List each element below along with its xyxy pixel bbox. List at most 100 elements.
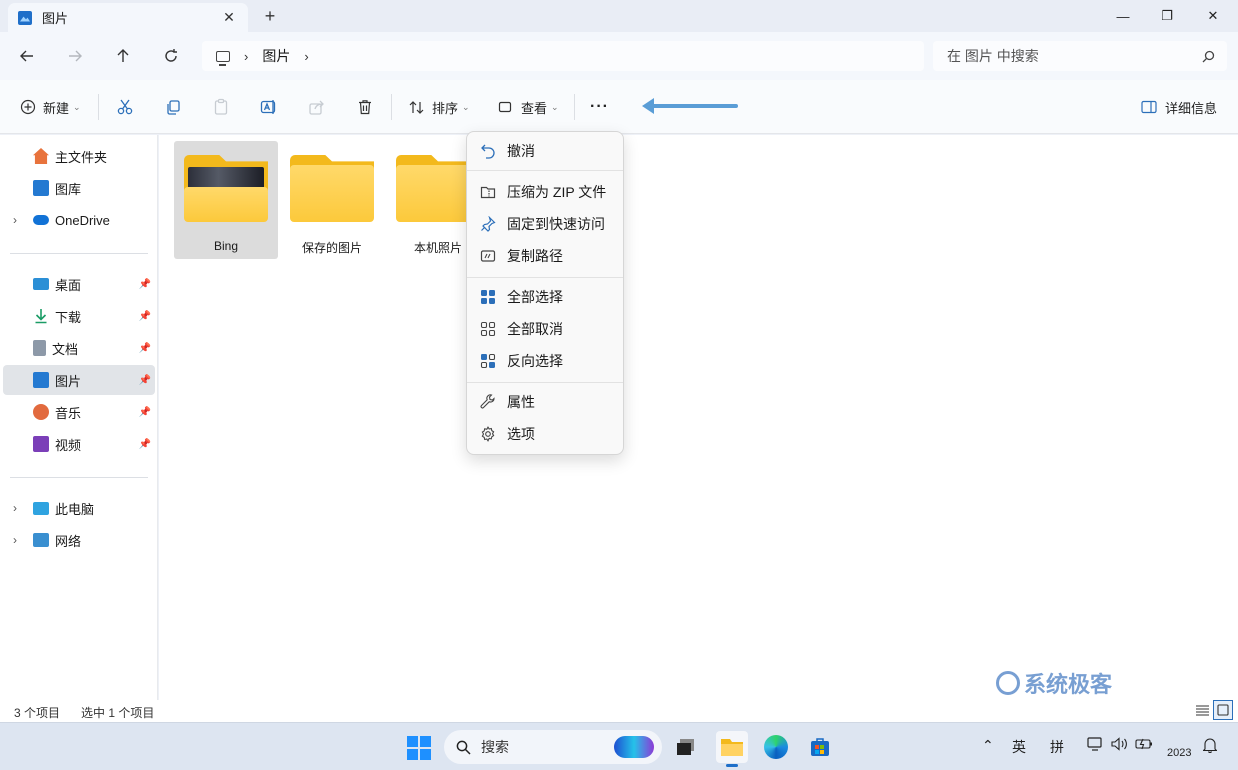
sidebar-item-pictures[interactable]: 图片 📌 [3, 365, 155, 395]
task-view-icon[interactable] [670, 731, 702, 763]
clock[interactable]: 2023 [1167, 747, 1191, 759]
pin-icon[interactable]: 📌 [139, 439, 151, 450]
refresh-icon[interactable] [158, 44, 184, 68]
rename-button[interactable] [260, 94, 278, 120]
new-button[interactable]: 新建 ⌄ [20, 94, 81, 120]
breadcrumb-pictures[interactable]: 图片 [262, 46, 290, 66]
ime-language[interactable]: 英 [1012, 737, 1026, 757]
ime-mode[interactable]: 拼 [1050, 737, 1064, 757]
new-tab-button[interactable]: + [260, 6, 280, 26]
cut-button[interactable] [116, 94, 134, 120]
details-view-icon[interactable] [1192, 700, 1212, 720]
breadcrumb-chevron-icon[interactable]: › [304, 49, 308, 64]
trash-icon [359, 100, 371, 115]
menu-item-undo[interactable]: 撤消 [471, 136, 621, 166]
sort-button[interactable]: 排序 ⌄ [408, 94, 470, 120]
chevron-right-icon[interactable]: › [3, 501, 27, 515]
network-icon[interactable] [1087, 737, 1103, 754]
menu-item-copy-path[interactable]: 复制路径 [471, 241, 621, 271]
search-icon [456, 740, 471, 755]
menu-item-properties[interactable]: 属性 [471, 387, 621, 417]
sidebar-item-network[interactable]: › 网络 [3, 525, 155, 555]
item-count: 3 个项目 [14, 706, 61, 720]
back-icon[interactable] [14, 44, 40, 68]
close-button[interactable]: ✕ [1190, 0, 1236, 32]
large-icons-view-icon[interactable] [1213, 700, 1233, 720]
maximize-button[interactable]: ❐ [1144, 0, 1190, 32]
sidebar-item-home[interactable]: 主文件夹 [3, 141, 155, 171]
paste-button[interactable] [212, 94, 230, 120]
forward-icon[interactable] [62, 44, 88, 68]
computer-icon[interactable] [216, 50, 230, 66]
details-label: 详细信息 [1165, 100, 1218, 116]
pin-icon[interactable]: 📌 [139, 343, 151, 354]
gallery-icon [33, 180, 49, 196]
menu-item-compress-zip[interactable]: 压缩为 ZIP 文件 [471, 177, 621, 207]
sidebar-item-label: 下载 [55, 309, 82, 325]
battery-icon[interactable] [1135, 737, 1153, 754]
divider [574, 94, 575, 120]
menu-item-pin-quick-access[interactable]: 固定到快速访问 [471, 209, 621, 239]
chevron-right-icon[interactable]: › [3, 213, 27, 227]
taskbar: 搜索 ⌃ 英 拼 2023 [0, 722, 1238, 770]
wrench-icon [479, 393, 497, 411]
sidebar-item-gallery[interactable]: 图库 [3, 173, 155, 203]
details-button[interactable]: 详细信息 [1141, 94, 1217, 120]
search-input[interactable]: 在 图片 中搜索 [933, 41, 1227, 71]
sidebar-item-label: 音乐 [55, 405, 82, 421]
pin-icon[interactable]: 📌 [139, 375, 151, 386]
taskbar-search[interactable]: 搜索 [444, 730, 662, 764]
windows-start-icon[interactable] [407, 736, 431, 760]
sidebar-item-downloads[interactable]: 下载 📌 [3, 301, 155, 331]
share-icon [309, 100, 324, 115]
undo-icon [479, 142, 497, 160]
up-icon[interactable] [110, 44, 136, 68]
breadcrumb-separator-icon[interactable]: › [244, 49, 248, 64]
gear-icon [479, 425, 497, 443]
menu-item-invert-selection[interactable]: 反向选择 [471, 346, 621, 376]
computer-icon [33, 501, 49, 515]
tab-close-icon[interactable]: ✕ [220, 9, 238, 26]
share-button[interactable] [308, 94, 326, 120]
folder-name: Bing [213, 239, 239, 253]
volume-icon[interactable] [1111, 737, 1128, 754]
edge-icon[interactable] [760, 731, 792, 763]
menu-item-options[interactable]: 选项 [471, 419, 621, 449]
sidebar-item-music[interactable]: 音乐 📌 [3, 397, 155, 427]
sidebar-item-desktop[interactable]: 桌面 📌 [3, 269, 155, 299]
view-button[interactable]: 查看 ⌄ [498, 94, 559, 120]
watermark-logo: 系统极客 [996, 667, 1112, 699]
more-options-button[interactable]: ··· [590, 94, 609, 120]
address-bar[interactable]: › 图片 › [202, 41, 924, 71]
divider [467, 170, 623, 171]
tab-pictures[interactable]: 图片 ✕ [8, 3, 248, 32]
document-icon [33, 340, 46, 356]
delete-button[interactable] [356, 94, 374, 120]
folder-item[interactable]: Bing [174, 141, 278, 259]
pin-icon[interactable]: 📌 [139, 311, 151, 322]
sidebar-item-label: 主文件夹 [55, 149, 108, 165]
pin-icon[interactable]: 📌 [139, 279, 151, 290]
copilot-icon[interactable] [614, 736, 654, 758]
store-icon[interactable] [804, 731, 836, 763]
network-icon [33, 533, 49, 547]
sidebar-item-documents[interactable]: 文档 📌 [3, 333, 155, 363]
chevron-right-icon[interactable]: › [3, 533, 27, 547]
folder-item[interactable]: 保存的图片 [280, 141, 384, 259]
sidebar-item-this-pc[interactable]: › 此电脑 [3, 493, 155, 523]
taskbar-search-label: 搜索 [481, 739, 509, 755]
menu-item-select-all[interactable]: 全部选择 [471, 282, 621, 312]
file-explorer-icon[interactable] [716, 731, 748, 767]
menu-item-select-none[interactable]: 全部取消 [471, 314, 621, 344]
chevron-up-icon[interactable]: ⌃ [982, 737, 994, 754]
notification-bell-icon[interactable] [1202, 737, 1218, 756]
copy-button[interactable] [164, 94, 182, 120]
view-icon [498, 101, 512, 113]
sidebar-item-onedrive[interactable]: › OneDrive [3, 205, 155, 235]
sidebar-item-videos[interactable]: 视频 📌 [3, 429, 155, 459]
address-row: › 图片 › 在 图片 中搜索 [0, 32, 1238, 80]
sidebar-item-label: 文档 [52, 341, 79, 357]
pin-icon[interactable]: 📌 [139, 407, 151, 418]
divider [98, 94, 99, 120]
minimize-button[interactable]: — [1100, 0, 1146, 32]
